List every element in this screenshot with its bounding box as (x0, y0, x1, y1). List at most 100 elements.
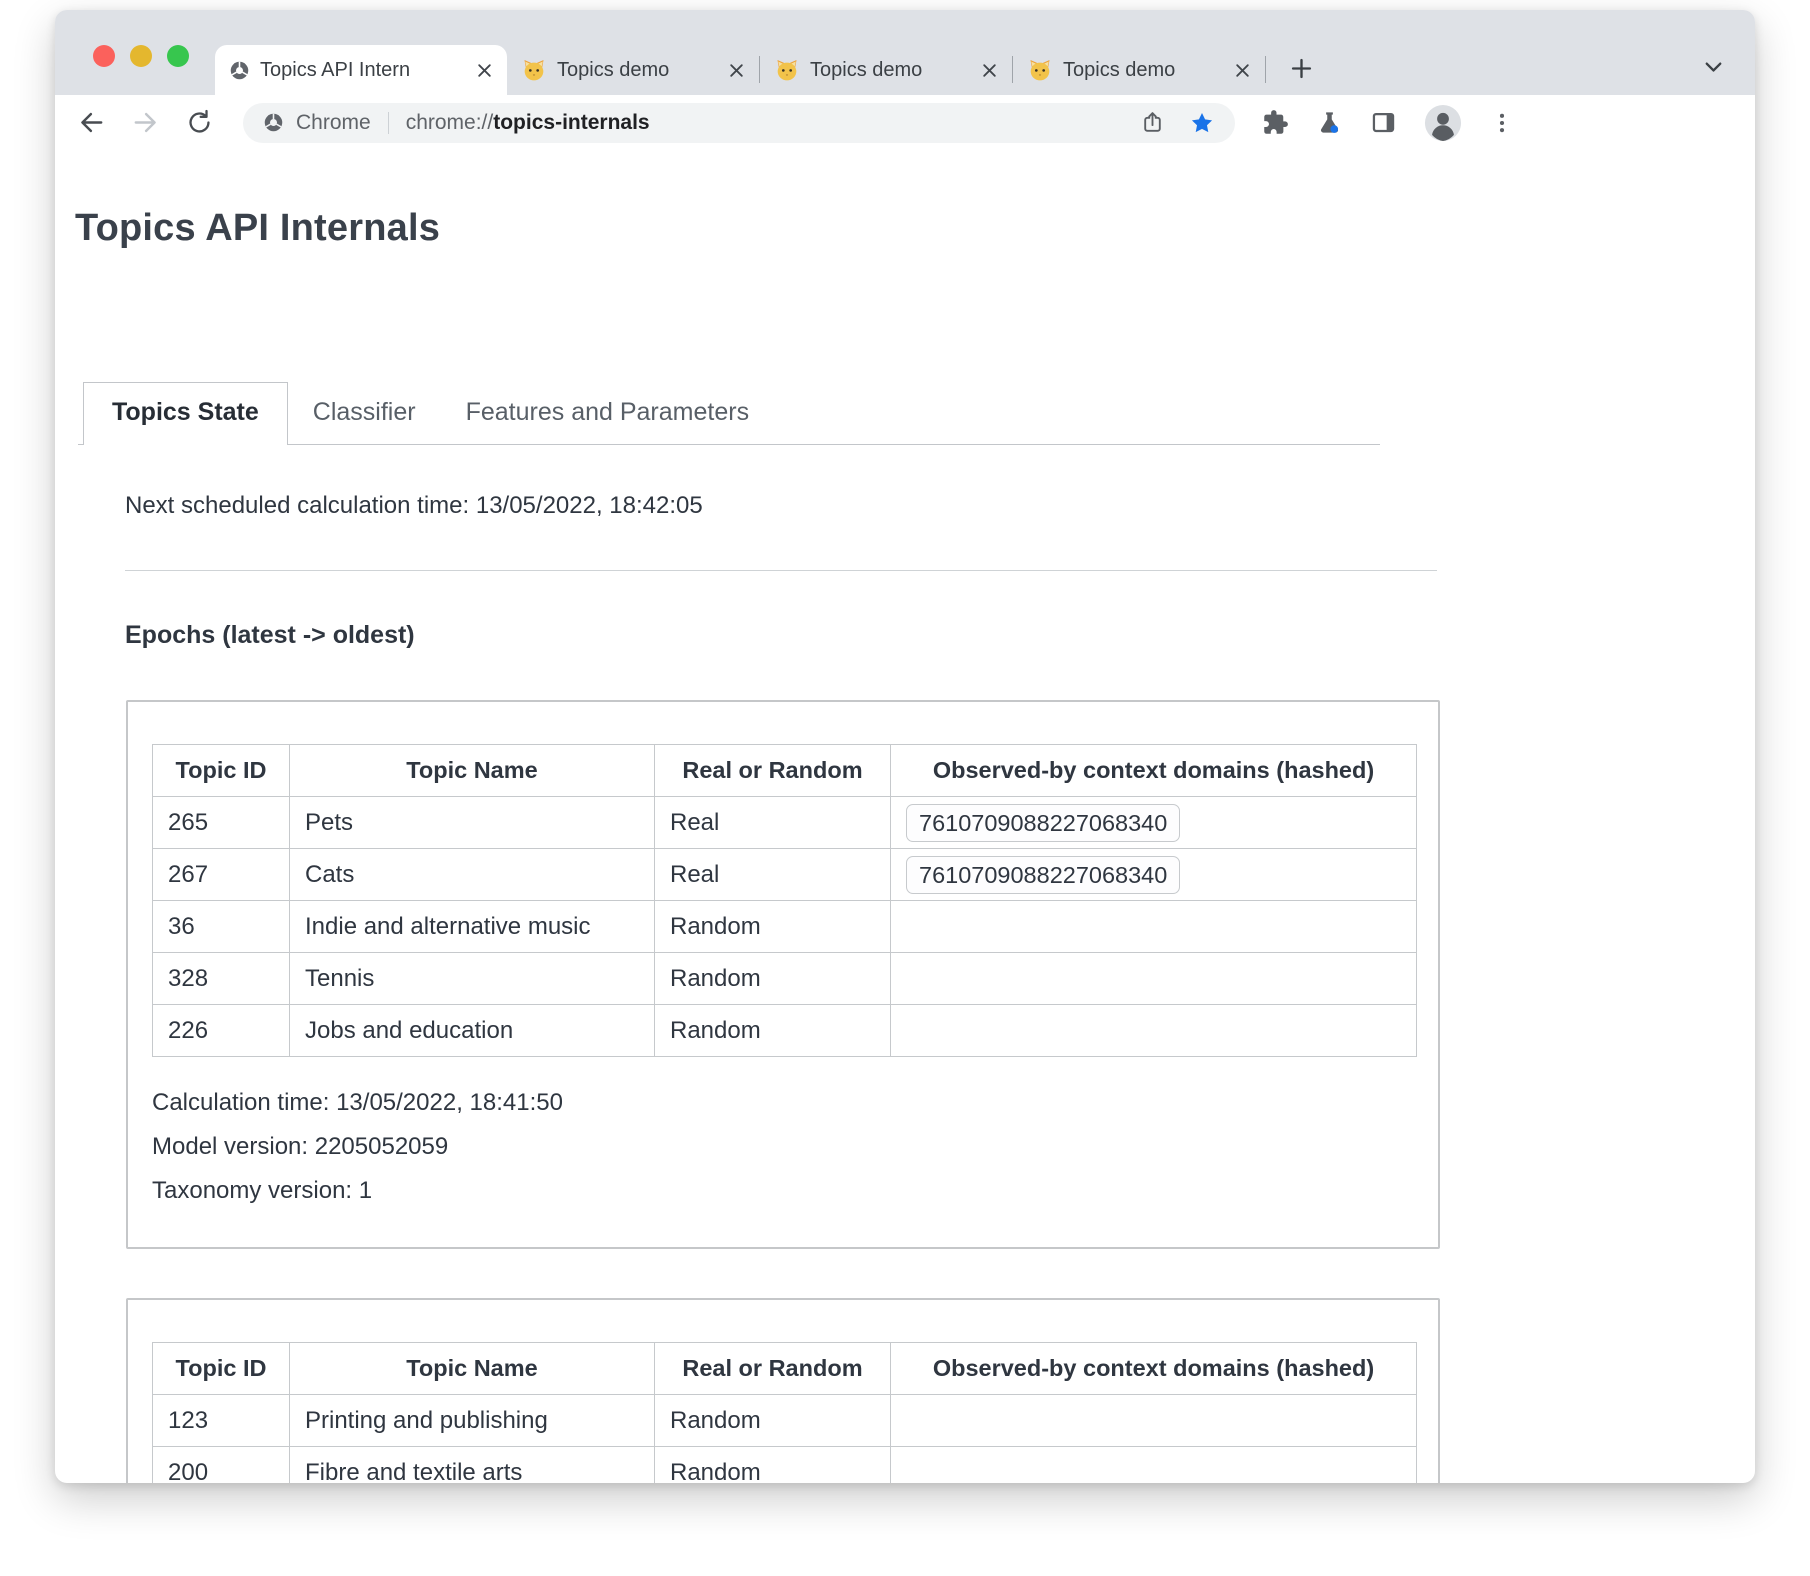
page-content: Topics API Internals Topics StateClassif… (55, 150, 1755, 1483)
tab-separator (1265, 56, 1266, 83)
bookmark-star-icon[interactable] (1189, 110, 1215, 136)
epoch-topics-table: Topic IDTopic NameReal or RandomObserved… (152, 1342, 1417, 1483)
cell-observed-domains (891, 953, 1417, 1005)
browser-window: Topics API Intern Topics demo Topics demo T… (55, 10, 1755, 1483)
browser-tab[interactable]: Topics demo (507, 45, 759, 95)
page-tab-classifier[interactable]: Classifier (288, 383, 441, 444)
browser-tab-active[interactable]: Topics API Intern (215, 45, 507, 95)
browser-tab[interactable]: Topics demo (760, 45, 1012, 95)
browser-tabstrip: Topics API Intern Topics demo Topics demo T… (55, 10, 1755, 95)
next-calculation-time: Next scheduled calculation time: 13/05/2… (125, 492, 1755, 520)
page-tab-topics-state[interactable]: Topics State (83, 382, 288, 445)
browser-toolbar: Chrome chrome://topics-internals (55, 95, 1755, 150)
epoch-metadata-line: Model version: 2205052059 (152, 1125, 1414, 1169)
cell-topic-id: 36 (153, 901, 290, 953)
cat-icon (1027, 57, 1053, 83)
url-scheme: chrome:// (406, 111, 494, 134)
epoch-box: Topic IDTopic NameReal or RandomObserved… (126, 700, 1440, 1249)
epoch-metadata: Calculation time: 13/05/2022, 18:41:50Mo… (152, 1081, 1414, 1213)
cell-topic-id: 267 (153, 849, 290, 901)
cell-topic-name: Fibre and textile arts (290, 1447, 655, 1484)
epoch-metadata-line: Taxonomy version: 1 (152, 1169, 1414, 1213)
cell-topic-id: 328 (153, 953, 290, 1005)
table-header-row: Topic IDTopic NameReal or RandomObserved… (153, 1343, 1417, 1395)
divider (125, 570, 1437, 571)
column-header: Topic Name (290, 1343, 655, 1395)
zoom-window-button[interactable] (167, 45, 189, 67)
chrome-logo-icon (263, 112, 284, 133)
experiments-icon[interactable] (1316, 109, 1343, 136)
omnibox-url: chrome://topics-internals (406, 111, 650, 135)
tab-title: Topics demo (1063, 59, 1224, 82)
browser-tab[interactable]: Topics demo (1013, 45, 1265, 95)
share-icon[interactable] (1140, 110, 1165, 135)
cell-observed-domains (891, 1005, 1417, 1057)
window-controls (93, 45, 189, 67)
cell-real-or-random: Real (655, 797, 891, 849)
tab-close-icon[interactable] (476, 62, 493, 79)
epochs-container: Topic IDTopic NameReal or RandomObserved… (125, 700, 1755, 1483)
page-title: Topics API Internals (75, 207, 1755, 250)
page-tab-features-and-parameters[interactable]: Features and Parameters (441, 383, 774, 444)
browser-tabs: Topics API Intern Topics demo Topics demo T… (215, 10, 1315, 95)
forward-button[interactable] (129, 107, 161, 139)
epoch-topics-table: Topic IDTopic NameReal or RandomObserved… (152, 744, 1417, 1057)
cell-real-or-random: Random (655, 901, 891, 953)
tab-close-icon[interactable] (981, 62, 998, 79)
omnibox[interactable]: Chrome chrome://topics-internals (243, 103, 1235, 143)
menu-kebab-icon[interactable] (1489, 110, 1515, 136)
omnibox-divider (388, 112, 389, 134)
back-button[interactable] (75, 107, 107, 139)
cell-real-or-random: Random (655, 1005, 891, 1057)
hashed-domain-chip: 7610709088227068340 (906, 804, 1180, 842)
table-row: 200Fibre and textile artsRandom (153, 1447, 1417, 1484)
close-window-button[interactable] (93, 45, 115, 67)
table-row: 36Indie and alternative musicRandom (153, 901, 1417, 953)
table-row: 267CatsReal7610709088227068340 (153, 849, 1417, 901)
tab-title: Topics demo (810, 59, 971, 82)
profile-avatar[interactable] (1424, 104, 1462, 142)
column-header: Topic ID (153, 745, 290, 797)
column-header: Topic ID (153, 1343, 290, 1395)
cell-real-or-random: Random (655, 1395, 891, 1447)
cell-topic-id: 265 (153, 797, 290, 849)
cell-observed-domains: 7610709088227068340 (891, 849, 1417, 901)
side-panel-icon[interactable] (1370, 109, 1397, 136)
cell-topic-id: 200 (153, 1447, 290, 1484)
table-row: 265PetsReal7610709088227068340 (153, 797, 1417, 849)
table-row: 328TennisRandom (153, 953, 1417, 1005)
cell-topic-name: Jobs and education (290, 1005, 655, 1057)
page-tabs: Topics StateClassifierFeatures and Param… (78, 382, 1380, 445)
cat-icon (521, 57, 547, 83)
cell-topic-id: 226 (153, 1005, 290, 1057)
table-row: 226Jobs and educationRandom (153, 1005, 1417, 1057)
cell-topic-id: 123 (153, 1395, 290, 1447)
chrome-globe-icon (229, 60, 250, 81)
tab-close-icon[interactable] (1234, 62, 1251, 79)
cell-topic-name: Indie and alternative music (290, 901, 655, 953)
hashed-domain-chip: 7610709088227068340 (906, 856, 1180, 894)
cell-real-or-random: Random (655, 953, 891, 1005)
tab-title: Topics API Intern (260, 59, 466, 82)
column-header: Observed-by context domains (hashed) (891, 745, 1417, 797)
url-host: topics-internals (493, 111, 649, 134)
column-header: Observed-by context domains (hashed) (891, 1343, 1417, 1395)
epoch-box: Topic IDTopic NameReal or RandomObserved… (126, 1298, 1440, 1483)
tab-title: Topics demo (557, 59, 718, 82)
extensions-icon[interactable] (1262, 109, 1289, 136)
column-header: Real or Random (655, 745, 891, 797)
cell-observed-domains: 7610709088227068340 (891, 797, 1417, 849)
epoch-metadata-line: Calculation time: 13/05/2022, 18:41:50 (152, 1081, 1414, 1125)
cell-observed-domains (891, 1447, 1417, 1484)
new-tab-button[interactable] (1288, 55, 1315, 82)
cell-observed-domains (891, 901, 1417, 953)
tab-close-icon[interactable] (728, 62, 745, 79)
column-header: Topic Name (290, 745, 655, 797)
tab-search-chevron-icon[interactable] (1700, 53, 1727, 80)
reload-button[interactable] (183, 107, 215, 139)
cell-observed-domains (891, 1395, 1417, 1447)
cell-topic-name: Printing and publishing (290, 1395, 655, 1447)
cell-topic-name: Tennis (290, 953, 655, 1005)
minimize-window-button[interactable] (130, 45, 152, 67)
column-header: Real or Random (655, 1343, 891, 1395)
